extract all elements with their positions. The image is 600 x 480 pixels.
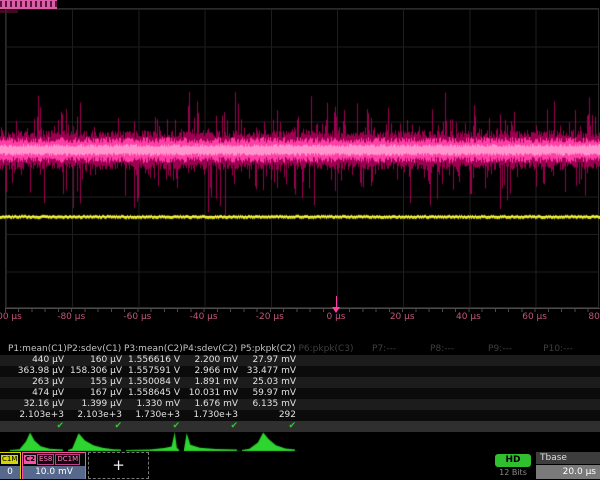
measure-value: 1.550084 V [124,377,180,388]
measure-value: 6.135 mV [240,399,296,410]
measure-value: 27.97 mV [240,355,296,366]
measure-value: 160 µV [66,355,122,366]
hd-mode-badge: HD [495,454,531,467]
measure-histicon[interactable] [126,431,180,452]
measure-column-header: P3:mean(C2) [124,344,180,355]
measure-value: 263 µV [8,377,64,388]
measure-value: 25.03 mV [240,377,296,388]
measure-value: 33.477 mV [240,366,296,377]
measure-column-header: P5:pkpk(C2) [240,344,296,355]
time-axis-label: 60 µs [522,312,547,322]
measure-value: 1.558645 V [124,388,180,399]
trigger-position-marker-icon[interactable] [332,307,340,313]
measure-value: 1.399 µV [66,399,122,410]
time-axis-label: -80 µs [57,312,85,322]
measure-column-header: P11 [588,344,600,355]
time-axis-label: 20 µs [390,312,415,322]
measure-value: 10.031 mV [182,388,238,399]
time-axis-label: 80 µs [588,312,600,322]
waveform-traces [0,0,600,312]
measure-value: 1.730e+3 [124,410,180,421]
oscilloscope-screen: -100 µs -80 µs -60 µs -40 µs -20 µs 0 µs 20 µs… [0,0,600,480]
c1-coupling-badge: C1M [1,455,18,464]
measure-value: 32.16 µV [8,399,64,410]
c2-channel-badge: C2 [24,455,36,464]
measure-column-header: P10:--- [530,344,586,355]
trace-annotation-sub [0,10,18,13]
time-axis-label: 0 µs [326,312,345,322]
measure-value: 440 µV [8,355,64,366]
time-axis-label: -40 µs [190,312,218,322]
measure-column-header: P4:sdev(C2) [182,344,238,355]
trace-annotation-badge [0,0,57,9]
measure-value: 1.330 mV [124,399,180,410]
measure-column-header: P1:mean(C1) [8,344,64,355]
timebase-title: Tbase [536,452,600,464]
measure-histicon[interactable] [184,431,238,452]
measure-value: 158.306 µV [66,366,122,377]
measure-value: 1.730e+3 [182,410,238,421]
hd-bits-label: 12 Bits [493,468,533,477]
measure-value: 59.97 mV [240,388,296,399]
measure-value: 1.556616 V [124,355,180,366]
measure-column-header: P9:--- [472,344,528,355]
measure-value: 1.891 mV [182,377,238,388]
c2-coupling-badge: DC1M [55,454,80,465]
measure-value: 2.103e+3 [66,410,122,421]
measure-value: 1.676 mV [182,399,238,410]
measure-value: 155 µV [66,377,122,388]
time-axis-label: -100 µs [0,312,22,322]
channel-c1-descriptor[interactable]: C1M 0 mV [0,452,21,479]
measure-value: 1.557591 V [124,366,180,377]
timebase-value: 20.0 µs [536,465,600,479]
measure-value: 2.200 mV [182,355,238,366]
measure-histicon[interactable] [10,431,64,452]
add-trace-button[interactable]: + [88,452,149,479]
c1-volts-per-div: 0 mV [0,466,20,479]
time-axis-label: -20 µs [256,312,284,322]
measure-value: 363.98 µV [8,366,64,377]
measure-column-header: P2:sdev(C1) [66,344,122,355]
timebase-descriptor[interactable]: Tbase 20.0 µs [536,452,600,479]
measure-value: 2.103e+3 [8,410,64,421]
measure-value: 167 µV [66,388,122,399]
time-axis-minor-ticks [5,309,600,312]
measure-column-header: P6:pkpk(C3) [298,344,354,355]
channel-c2-descriptor[interactable]: C2 ES8 DC1M 10.0 mV [22,452,86,479]
measure-value: 292 [240,410,296,421]
time-axis-label: 40 µs [456,312,481,322]
time-axis-label: -60 µs [123,312,151,322]
measure-histicon[interactable] [242,431,296,452]
measure-value: 2.966 mV [182,366,238,377]
measure-histicon[interactable] [68,431,122,452]
c2-volts-per-div: 10.0 mV [23,466,85,479]
c2-es8-badge: ES8 [37,454,54,465]
measure-value: 474 µV [8,388,64,399]
measure-column-header: P7:--- [356,344,412,355]
measure-column-header: P8:--- [414,344,470,355]
